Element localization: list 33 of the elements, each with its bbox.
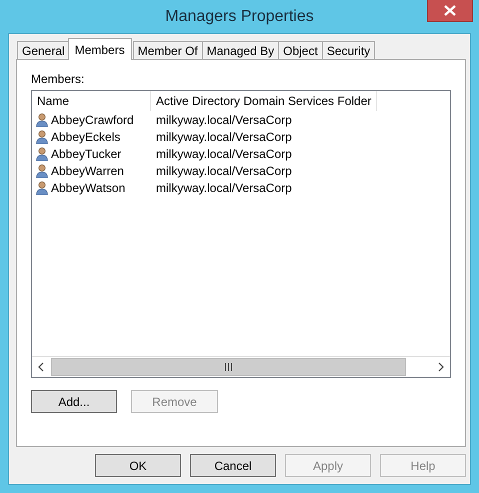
horizontal-scrollbar[interactable] <box>32 356 450 377</box>
user-icon <box>36 146 48 160</box>
tab[interactable]: Security <box>322 41 376 60</box>
close-icon <box>444 5 456 16</box>
user-icon <box>36 164 48 178</box>
member-name[interactable]: AbbeyTucker <box>51 146 122 160</box>
list-button[interactable]: Add... <box>31 390 117 413</box>
grip-icon <box>224 363 233 371</box>
user-icon <box>36 130 48 144</box>
member-folder: milkyway.local/VersaCorp <box>156 180 292 194</box>
member-name[interactable]: AbbeyWatson <box>51 180 126 194</box>
member-name[interactable]: AbbeyCrawford <box>51 112 134 126</box>
column-header[interactable]: Name <box>32 91 151 111</box>
tab[interactable]: Managed By <box>202 41 280 60</box>
close-button[interactable] <box>427 0 473 22</box>
member-name[interactable]: AbbeyEckels <box>51 130 120 144</box>
members-label: Members: <box>31 72 86 86</box>
user-icon <box>36 112 48 126</box>
member-folder: milkyway.local/VersaCorp <box>156 164 292 178</box>
window-title: Managers Properties <box>165 8 314 26</box>
member-folder: milkyway.local/VersaCorp <box>156 130 292 144</box>
column-header[interactable]: Active Directory Domain Services Folder <box>151 91 378 111</box>
member-folder: milkyway.local/VersaCorp <box>156 146 292 160</box>
tab[interactable]: General <box>17 41 70 60</box>
tab[interactable]: Member Of <box>132 41 203 60</box>
user-icon <box>36 180 48 194</box>
member-name[interactable]: AbbeyWarren <box>51 164 124 178</box>
tab[interactable]: Members <box>68 38 132 60</box>
dialog-button[interactable]: OK <box>95 454 181 477</box>
member-folder: milkyway.local/VersaCorp <box>156 112 292 126</box>
tab[interactable]: Object <box>278 41 323 60</box>
scroll-thumb[interactable] <box>51 358 406 376</box>
dialog-button[interactable]: Cancel <box>190 454 276 477</box>
